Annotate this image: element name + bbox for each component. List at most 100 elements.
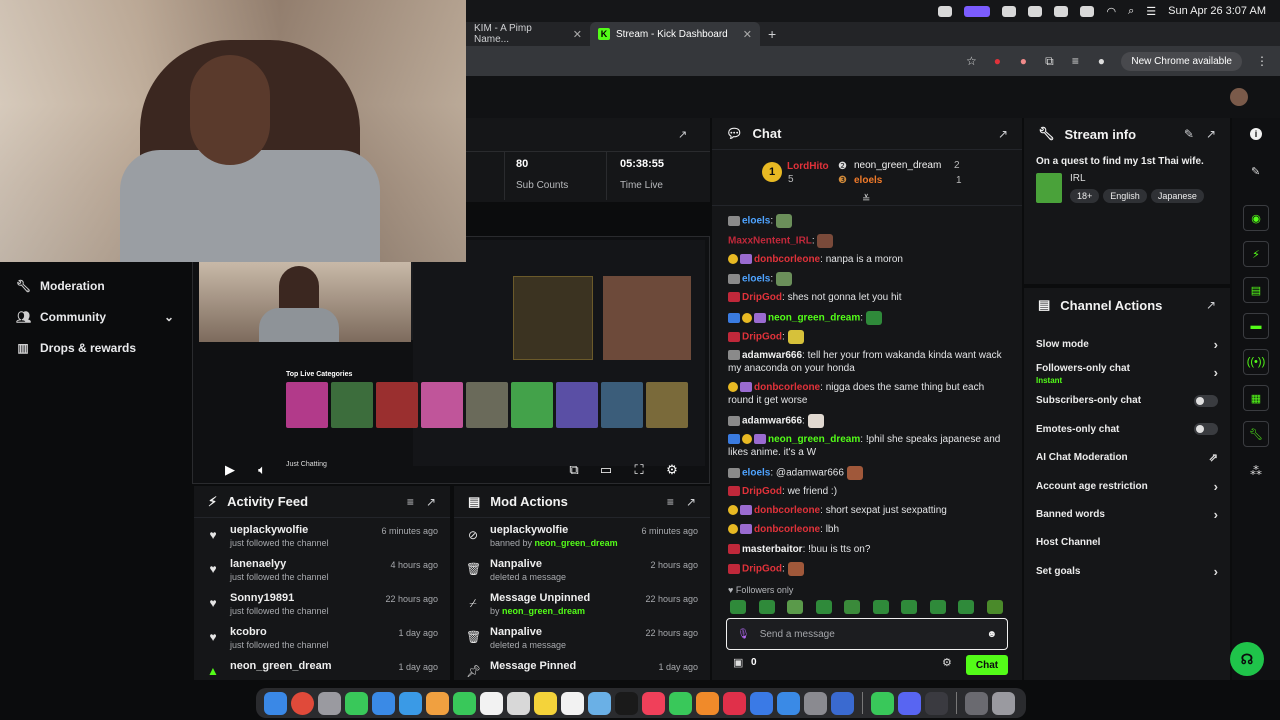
- whatsapp-icon[interactable]: [871, 691, 894, 715]
- spotlight-search-icon[interactable]: ⌕: [1128, 5, 1134, 18]
- chat-username[interactable]: eloels: [742, 468, 770, 479]
- emote-icon[interactable]: [815, 600, 832, 614]
- emote-icon[interactable]: [986, 600, 1003, 614]
- launchpad-icon[interactable]: [318, 691, 341, 715]
- sidebar-item-drops-rewards[interactable]: ▥ Drops & rewards: [0, 332, 192, 363]
- filter-icon[interactable]: ≡: [407, 495, 414, 509]
- popout-icon[interactable]: ↗: [686, 495, 696, 509]
- chevron-down-icon[interactable]: ⌄: [164, 310, 174, 324]
- chat-username[interactable]: donbcorleone: [754, 505, 820, 516]
- numbers-icon[interactable]: [669, 691, 692, 715]
- screen-record-icon[interactable]: [964, 5, 991, 17]
- menubar-icon[interactable]: [1002, 5, 1017, 17]
- update-chrome-button[interactable]: New Chrome available: [1121, 51, 1242, 71]
- menubar-datetime[interactable]: Sun Apr 26 3:07 AM: [1168, 5, 1266, 17]
- mod-action-title[interactable]: ueplackywolfie: [490, 524, 618, 536]
- mod-action-title[interactable]: Nanpalive: [490, 626, 566, 638]
- popout-icon[interactable]: ↗: [1206, 298, 1216, 312]
- edit-pencil-icon[interactable]: ✎: [1184, 127, 1194, 141]
- extension-icon[interactable]: ●: [1017, 54, 1029, 68]
- sidebar-item-community[interactable]: 👥︎ Community ⌄: [0, 301, 192, 332]
- finder-icon[interactable]: [264, 691, 287, 715]
- chat-username[interactable]: masterbaitor: [742, 544, 803, 555]
- play-icon[interactable]: ▶: [220, 462, 240, 478]
- menubar-icon[interactable]: [938, 5, 953, 17]
- gift-box-icon[interactable]: ▣: [733, 656, 743, 669]
- stack-icon[interactable]: ▦: [1243, 385, 1269, 411]
- chat-username[interactable]: DripGod: [742, 292, 782, 303]
- edit-pencil-icon[interactable]: ✎: [1251, 165, 1260, 178]
- chat-username[interactable]: DripGod: [742, 486, 782, 497]
- collapse-icon[interactable]: ≚: [862, 194, 870, 205]
- extension-icon[interactable]: ●: [991, 54, 1003, 68]
- extensions-puzzle-icon[interactable]: ⧉: [1043, 54, 1055, 68]
- mod-action-title[interactable]: Message Unpinned: [490, 592, 590, 604]
- chat-username[interactable]: eloels: [742, 216, 770, 227]
- feed-username[interactable]: neon_green_dream: [230, 660, 331, 672]
- calendar-icon[interactable]: [480, 691, 503, 715]
- action-set-goals[interactable]: Set goals ›: [1024, 557, 1230, 585]
- emote-icon[interactable]: [844, 600, 860, 614]
- emoji-picker-icon[interactable]: ☻: [986, 629, 997, 640]
- notes-icon[interactable]: [534, 691, 557, 715]
- freeform-icon[interactable]: [588, 691, 611, 715]
- feed-username[interactable]: lanenaelyy: [230, 558, 329, 570]
- facetime-icon[interactable]: [453, 691, 476, 715]
- feed-username[interactable]: Sonny19891: [230, 592, 329, 604]
- popout-icon[interactable]: ↗: [426, 495, 436, 509]
- mail-icon[interactable]: [372, 691, 395, 715]
- list-icon[interactable]: ▤: [1243, 277, 1269, 303]
- more-menu-icon[interactable]: ⋮: [1256, 54, 1268, 68]
- downloads-stack-icon[interactable]: [965, 691, 988, 715]
- feed-username[interactable]: ueplackywolfie: [230, 524, 329, 536]
- music-icon[interactable]: [642, 691, 665, 715]
- news-icon[interactable]: [723, 691, 746, 715]
- pip-icon[interactable]: ⧉: [564, 462, 584, 478]
- broadcast-icon[interactable]: ((•)): [1243, 349, 1269, 375]
- filter-icon[interactable]: ≡: [667, 495, 674, 509]
- chat-settings-gear-icon[interactable]: ⚙: [942, 656, 952, 669]
- close-tab-icon[interactable]: ✕: [573, 28, 582, 41]
- leaderboard-third-name[interactable]: eloels: [854, 175, 882, 186]
- maps-icon[interactable]: [399, 691, 422, 715]
- word-icon[interactable]: [831, 691, 854, 715]
- trash-icon[interactable]: [992, 691, 1015, 715]
- browser-tab[interactable]: KIM - A Pimp Name... ✕: [466, 22, 590, 46]
- pages-icon[interactable]: [696, 691, 719, 715]
- settings-gear-icon[interactable]: ⚙: [662, 462, 682, 478]
- chat-username[interactable]: donbcorleone: [754, 254, 820, 265]
- theater-icon[interactable]: ▭: [596, 462, 616, 478]
- control-center-icon[interactable]: ☰: [1146, 5, 1156, 18]
- chat-username[interactable]: DripGod: [742, 564, 782, 575]
- mod-action-user[interactable]: neon_green_dream: [535, 538, 618, 548]
- sidebar-item-moderation[interactable]: 🔧︎ Moderation: [0, 270, 192, 301]
- action-slow-mode[interactable]: Slow mode ›: [1024, 330, 1230, 358]
- toggle-switch[interactable]: [1194, 423, 1218, 436]
- wifi-icon[interactable]: ◠: [1106, 5, 1116, 18]
- chat-username[interactable]: neon_green_dream: [768, 313, 860, 324]
- mod-action-user[interactable]: neon_green_dream: [502, 606, 585, 616]
- chat-username[interactable]: MaxxNentent_IRL: [728, 236, 812, 247]
- chat-username[interactable]: neon_green_dream: [768, 434, 860, 445]
- chat-username[interactable]: adamwar666: [742, 416, 802, 427]
- new-tab-button[interactable]: +: [760, 22, 784, 46]
- help-support-icon[interactable]: ☊: [1230, 642, 1264, 676]
- action-account-age-restriction[interactable]: Account age restriction ›: [1024, 472, 1230, 500]
- apps-icon[interactable]: ⁂: [1250, 464, 1262, 478]
- chat-username[interactable]: donbcorleone: [754, 382, 820, 393]
- emote-icon[interactable]: [929, 600, 946, 614]
- contacts-icon[interactable]: [507, 691, 530, 715]
- action-ai-chat-moderation[interactable]: AI Chat Moderation ⇗: [1024, 444, 1230, 472]
- messages-icon[interactable]: [345, 691, 368, 715]
- mod-action-title[interactable]: Nanpalive: [490, 558, 566, 570]
- popout-icon[interactable]: ↗: [678, 128, 687, 141]
- fullscreen-icon[interactable]: ⛶: [629, 462, 649, 478]
- mod-action-title[interactable]: Message Pinned: [490, 660, 576, 672]
- chrome-icon[interactable]: [291, 691, 314, 715]
- info-icon[interactable]: i: [1250, 128, 1262, 140]
- photos-icon[interactable]: [426, 691, 449, 715]
- wrench-icon[interactable]: 🔧︎: [1243, 421, 1269, 447]
- close-tab-icon[interactable]: ✕: [743, 28, 752, 41]
- app-store-icon[interactable]: [777, 691, 800, 715]
- send-chat-button[interactable]: Chat: [966, 655, 1008, 675]
